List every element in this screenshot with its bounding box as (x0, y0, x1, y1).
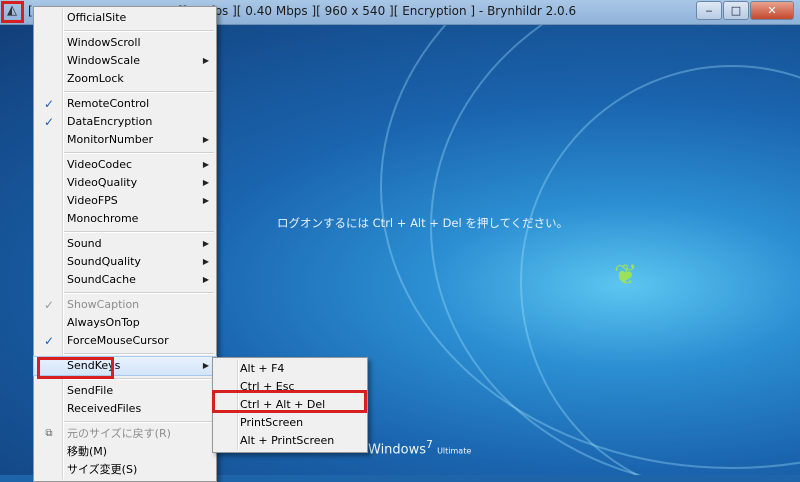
menu-item-label: PrintScreen (240, 416, 304, 429)
menu-item-label: VideoCodec (67, 158, 133, 171)
menu-item-label: ReceivedFiles (67, 402, 142, 415)
submenu-arrow-icon: ▶ (202, 135, 209, 144)
menu-item-label: SendFile (67, 384, 114, 397)
menu-item-label: SoundCache (67, 273, 136, 286)
menu-item-windowscroll[interactable]: WindowScroll (34, 34, 216, 52)
menu-item-soundcache[interactable]: SoundCache ▶ (34, 271, 216, 289)
menu-item-windowscale[interactable]: WindowScale ▶ (34, 52, 216, 70)
restore-icon: ⧉ (45, 428, 53, 439)
check-icon: ✓ (43, 298, 55, 312)
menu-item-monitornumber[interactable]: MonitorNumber ▶ (34, 131, 216, 149)
windows-edition: Ultimate (437, 446, 472, 456)
menu-separator (64, 231, 214, 233)
menu-item-label: Alt + PrintScreen (240, 434, 335, 447)
sendkey-printscreen[interactable]: PrintScreen (213, 414, 367, 432)
minimize-button[interactable]: ‒ (696, 1, 722, 20)
windows-logo: Windows7 Ultimate (368, 438, 471, 457)
menu-item-videoquality[interactable]: VideoQuality ▶ (34, 174, 216, 192)
menu-item-receivedfiles[interactable]: ReceivedFiles (34, 400, 216, 418)
menu-item-label: DataEncryption (67, 115, 153, 128)
menu-item-remotecontrol[interactable]: ✓ RemoteControl (34, 95, 216, 113)
windows-version: 7 (426, 438, 433, 451)
submenu-arrow-icon: ▶ (202, 178, 209, 187)
menu-separator (64, 421, 214, 423)
menu-item-zoomlock[interactable]: ZoomLock (34, 70, 216, 88)
check-icon: ✓ (43, 115, 55, 129)
menu-item-officialsite[interactable]: OfficialSite (34, 9, 216, 27)
menu-item-videocodec[interactable]: VideoCodec ▶ (34, 156, 216, 174)
submenu-arrow-icon: ▶ (202, 160, 209, 169)
close-button[interactable]: ✕ (750, 1, 794, 20)
menu-item-label: SoundQuality (67, 255, 141, 268)
check-icon: ✓ (43, 334, 55, 348)
menu-item-label: ForceMouseCursor (67, 334, 169, 347)
menu-item-label: MonitorNumber (67, 133, 154, 146)
menu-item-label: サイズ変更(S) (67, 463, 138, 476)
menu-separator (64, 91, 214, 93)
check-icon: ✓ (43, 97, 55, 111)
submenu-arrow-icon: ▶ (202, 56, 209, 65)
menu-item-dataencryption[interactable]: ✓ DataEncryption (34, 113, 216, 131)
menu-item-label: Monochrome (67, 212, 139, 225)
submenu-arrow-icon: ▶ (202, 361, 209, 370)
menu-item-label: WindowScroll (67, 36, 141, 49)
menu-item-label: WindowScale (67, 54, 140, 67)
maximize-button[interactable]: □ (723, 1, 749, 20)
menu-item-move[interactable]: 移動(M) (34, 443, 216, 461)
menu-separator (64, 152, 214, 154)
menu-item-label: ShowCaption (67, 298, 140, 311)
submenu-arrow-icon: ▶ (202, 196, 209, 205)
menu-item-label: RemoteControl (67, 97, 150, 110)
highlight-sendkeys (37, 357, 114, 379)
menu-item-videofps[interactable]: VideoFPS ▶ (34, 192, 216, 210)
windows-bird-logo: ❦ (614, 258, 638, 291)
menu-item-monochrome[interactable]: Monochrome (34, 210, 216, 228)
menu-item-label: OfficialSite (67, 11, 127, 24)
menu-separator (64, 292, 214, 294)
menu-item-label: ZoomLock (67, 72, 124, 85)
submenu-arrow-icon: ▶ (202, 275, 209, 284)
menu-item-label: VideoFPS (67, 194, 118, 207)
menu-item-sendfile[interactable]: SendFile (34, 382, 216, 400)
sendkey-alt-f4[interactable]: Alt + F4 (213, 360, 367, 378)
menu-item-label: AlwaysOnTop (67, 316, 140, 329)
menu-item-alwaysontop[interactable]: AlwaysOnTop (34, 314, 216, 332)
highlight-app-icon (1, 1, 24, 23)
menu-item-resize[interactable]: サイズ変更(S) (34, 461, 216, 479)
menu-item-showcaption: ✓ ShowCaption (34, 296, 216, 314)
menu-item-label: 元のサイズに戻す(R) (67, 427, 171, 440)
menu-item-label: Alt + F4 (240, 362, 285, 375)
menu-item-restore: ⧉ 元のサイズに戻す(R) (34, 425, 216, 443)
windows-brand: Windows (368, 442, 427, 458)
menu-separator (64, 353, 214, 355)
menu-item-label: 移動(M) (67, 445, 108, 458)
menu-item-forcemousecursor[interactable]: ✓ ForceMouseCursor (34, 332, 216, 350)
logon-message: ログオンするには Ctrl + Alt + Del を押してください。 (277, 216, 569, 230)
sendkey-alt-printscreen[interactable]: Alt + PrintScreen (213, 432, 367, 450)
window-controls: ‒ □ ✕ (695, 1, 794, 20)
menu-item-sound[interactable]: Sound ▶ (34, 235, 216, 253)
menu-separator (64, 30, 214, 32)
submenu-arrow-icon: ▶ (202, 257, 209, 266)
menu-item-label: VideoQuality (67, 176, 138, 189)
menu-item-label: Sound (67, 237, 102, 250)
menu-item-soundquality[interactable]: SoundQuality ▶ (34, 253, 216, 271)
system-menu: OfficialSite WindowScroll WindowScale ▶ Z… (33, 6, 217, 482)
submenu-arrow-icon: ▶ (202, 239, 209, 248)
highlight-ctrl-alt-del (212, 390, 367, 413)
